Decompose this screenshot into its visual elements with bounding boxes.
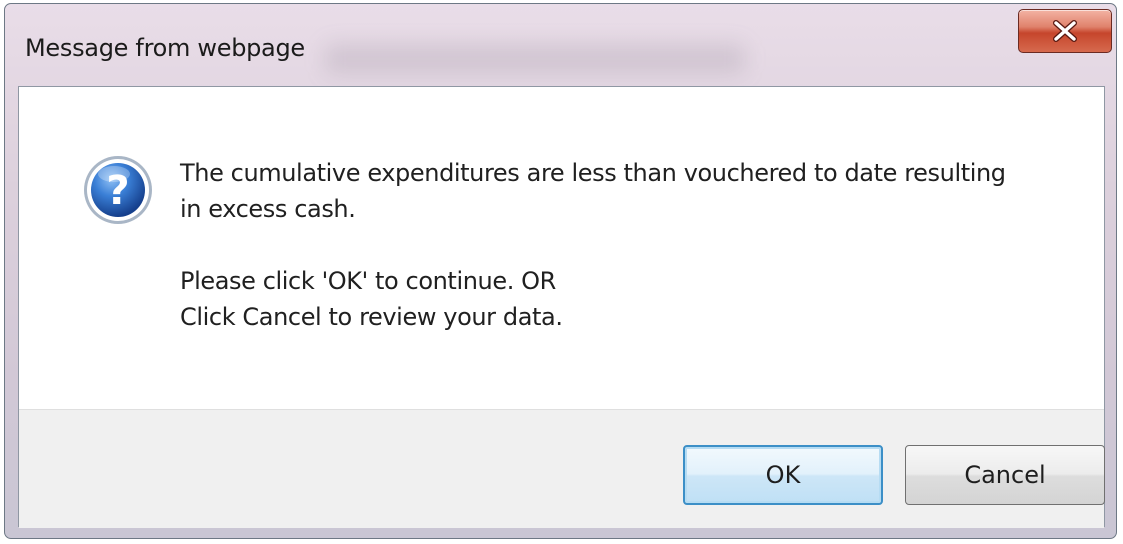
- titlebar-background-blur: [325, 44, 745, 74]
- message-area: ? The cumulative expenditures are less t…: [19, 87, 1104, 409]
- button-bar: OK Cancel: [19, 409, 1105, 528]
- svg-text:?: ?: [106, 168, 129, 214]
- dialog-title: Message from webpage: [25, 34, 305, 62]
- message-line: in excess cash.: [180, 195, 356, 223]
- message-line: The cumulative expenditures are less tha…: [180, 159, 1006, 187]
- cancel-button[interactable]: Cancel: [905, 445, 1105, 505]
- ok-button[interactable]: OK: [683, 445, 883, 505]
- message-line: Click Cancel to review your data.: [180, 303, 563, 331]
- close-icon: [1053, 20, 1077, 42]
- close-button[interactable]: [1018, 9, 1112, 53]
- message-line: Please click 'OK' to continue. OR: [180, 267, 556, 295]
- dialog-body: ? The cumulative expenditures are less t…: [18, 86, 1105, 528]
- message-dialog: Message from webpage ? The cumulative ex…: [4, 3, 1117, 539]
- question-icon: ?: [84, 156, 152, 224]
- dialog-message: The cumulative expenditures are less tha…: [180, 155, 1080, 335]
